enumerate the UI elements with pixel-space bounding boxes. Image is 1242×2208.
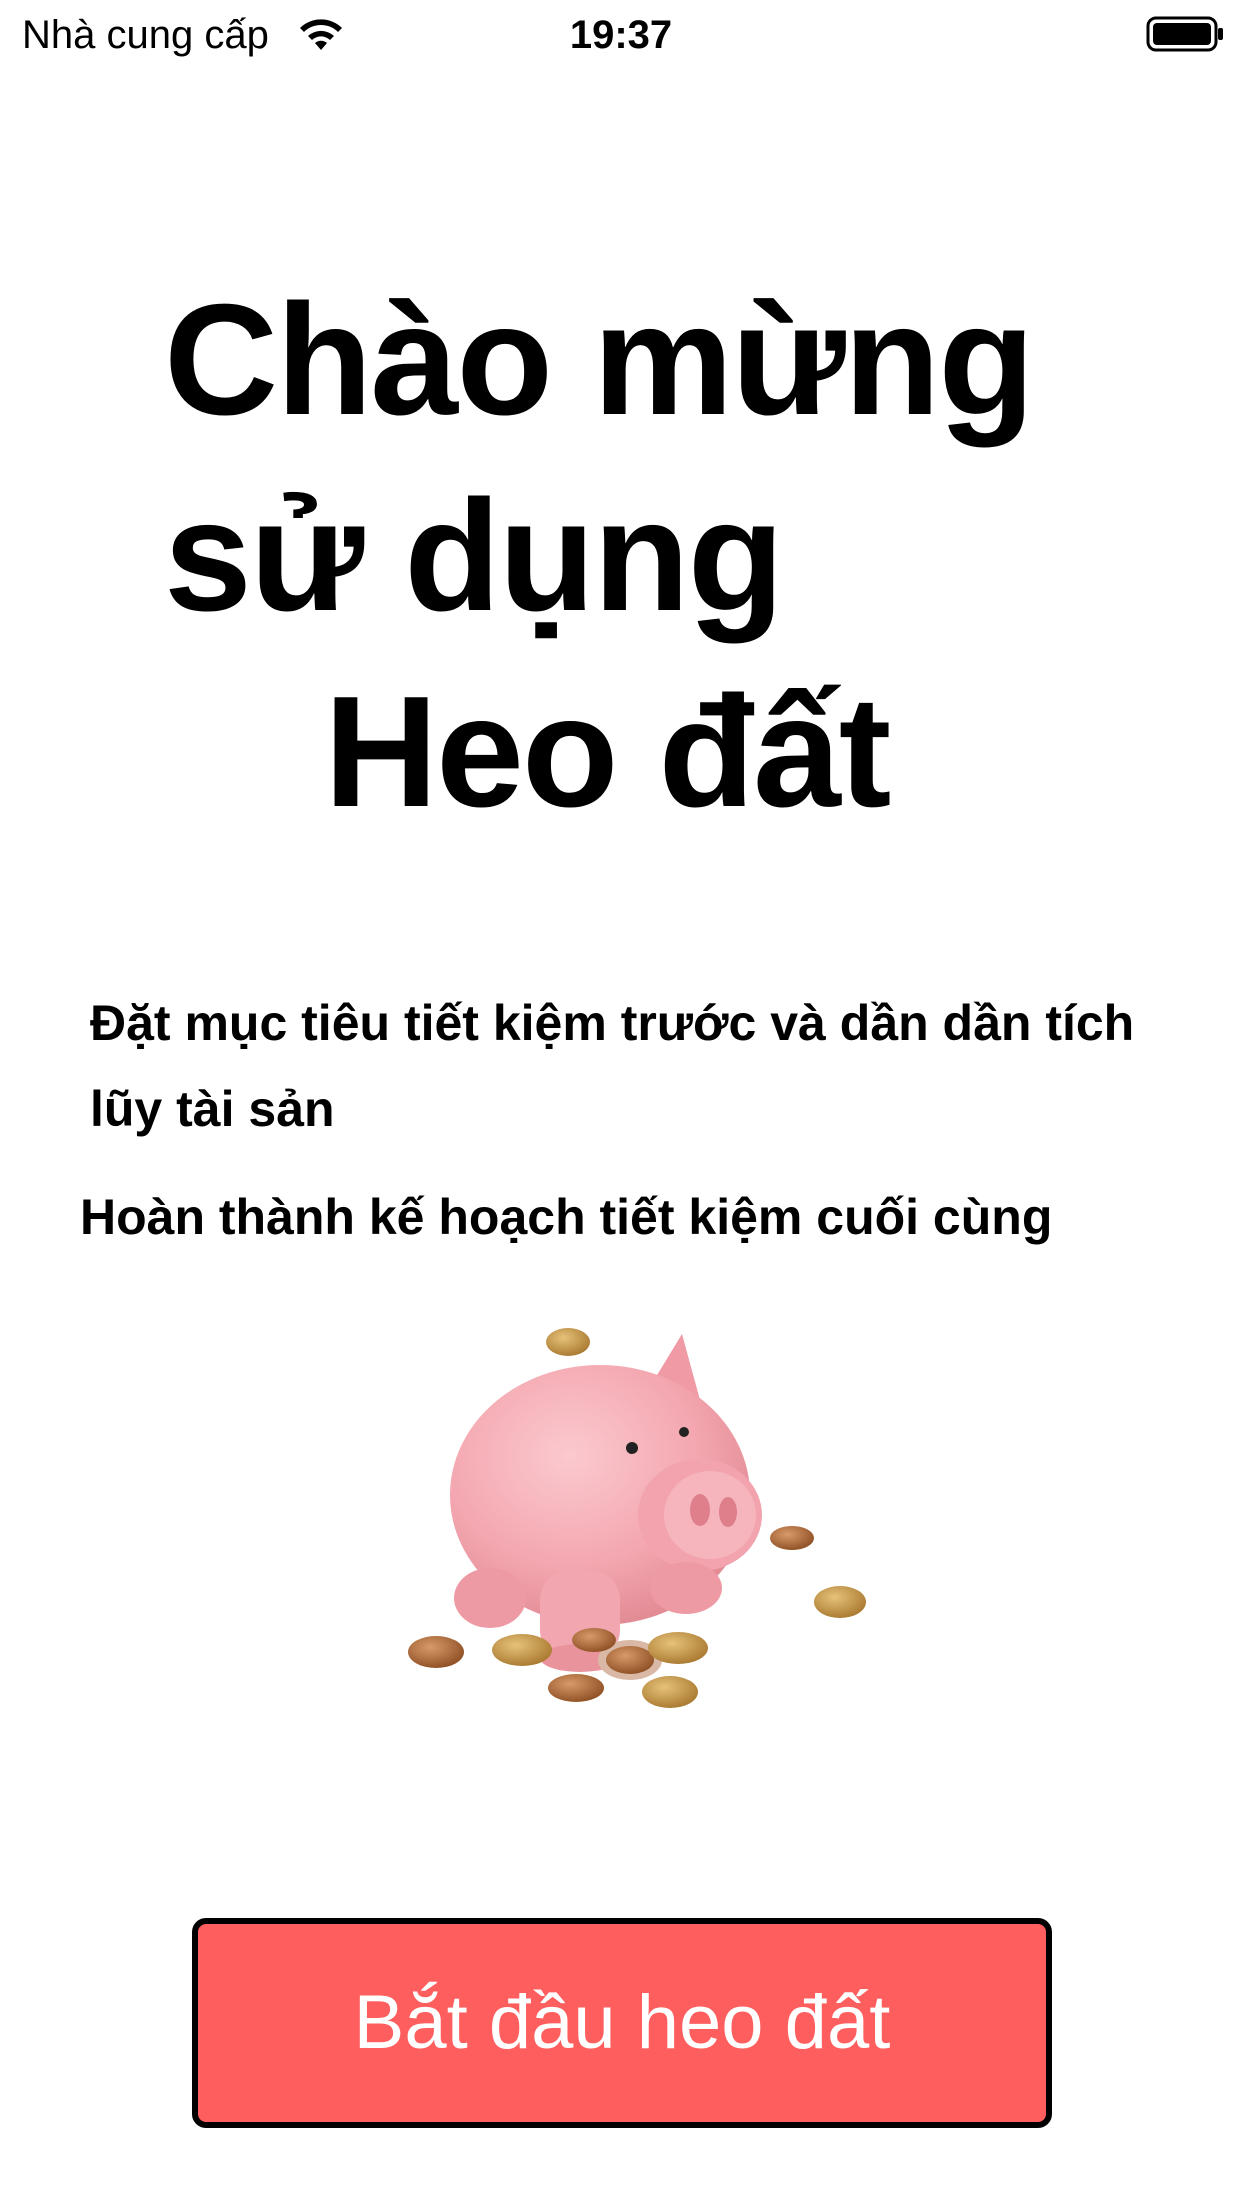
welcome-title-line: Heo đất <box>324 664 891 840</box>
welcome-title-line: sử dụng <box>164 468 784 644</box>
clock: 19:37 <box>569 13 673 57</box>
status-bar: Nhà cung cấp 19:37 <box>0 0 1242 70</box>
welcome-title-line: Chào mừng <box>164 272 1035 448</box>
battery-full-icon <box>1146 16 1223 52</box>
start-button-label: Bắt đầu heo đất <box>353 1980 891 2065</box>
piggy-bank-with-coins-icon <box>408 1328 866 1708</box>
welcome-subdescription: Hoàn thành kế hoạch tiết kiệm cuối cùng <box>80 1189 1053 1245</box>
start-piggy-bank-button[interactable]: Bắt đầu heo đất <box>192 1918 1052 2128</box>
welcome-title: Chào mừng sử dụng Heo đất <box>164 262 1124 850</box>
welcome-description: Đặt mục tiêu tiết kiệm trước và dần dần … <box>90 995 1135 1137</box>
